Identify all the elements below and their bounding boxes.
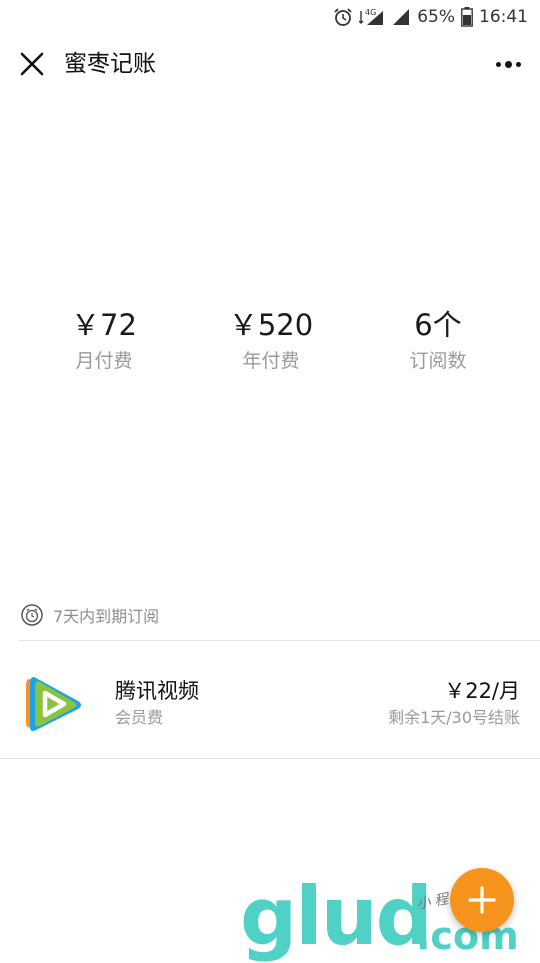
alarm-clock-icon — [21, 604, 43, 626]
more-dot-icon — [495, 61, 501, 67]
stat-count-value: 6个 — [414, 308, 462, 342]
stats-summary: ￥72 月付费 ￥520 年付费 6个 订阅数 — [0, 305, 540, 385]
plus-icon — [468, 886, 496, 914]
subscription-due: 剩余1天/30号结账 — [388, 708, 520, 727]
status-bar: 4G 65% 16:41 — [0, 0, 540, 34]
stat-monthly-value: ￥72 — [71, 308, 137, 342]
stat-monthly: ￥72 月付费 — [24, 305, 184, 375]
subscription-price: ￥22/月 — [444, 679, 520, 703]
add-subscription-button[interactable] — [450, 868, 514, 932]
signal-icon — [391, 7, 411, 27]
divider — [0, 758, 540, 759]
more-dot-icon — [515, 61, 521, 67]
stat-yearly-label: 年付费 — [242, 350, 300, 372]
subscription-category: 会员费 — [115, 708, 164, 727]
status-time: 16:41 — [479, 7, 528, 27]
battery-icon — [461, 7, 473, 27]
stat-count: 6个 订阅数 — [358, 305, 518, 375]
expiring-section-header: 7天内到期订阅 — [20, 600, 540, 630]
expiring-section-title: 7天内到期订阅 — [53, 607, 160, 626]
subscription-item[interactable]: 腾讯视频 会员费 ￥22/月 剩余1天/30号结账 — [0, 641, 540, 758]
alarm-icon — [333, 7, 353, 27]
close-icon — [20, 52, 44, 76]
stat-yearly: ￥520 年付费 — [191, 305, 351, 375]
tencent-video-icon — [26, 677, 81, 731]
nav-bar: 蜜枣记账 — [0, 34, 540, 94]
battery-percent: 65% — [417, 7, 455, 27]
watermark-main: glud — [240, 870, 433, 963]
network-label: 4G — [365, 8, 376, 17]
more-dot-icon — [504, 60, 512, 68]
stat-yearly-value: ￥520 — [228, 308, 314, 342]
subscription-name: 腾讯视频 — [115, 679, 199, 703]
close-button[interactable] — [18, 50, 46, 78]
page-title: 蜜枣记账 — [64, 51, 156, 77]
stat-monthly-label: 月付费 — [75, 350, 133, 372]
network-4g-icon: 4G — [359, 7, 385, 27]
more-button[interactable] — [492, 50, 524, 78]
stat-count-label: 订阅数 — [409, 350, 467, 372]
